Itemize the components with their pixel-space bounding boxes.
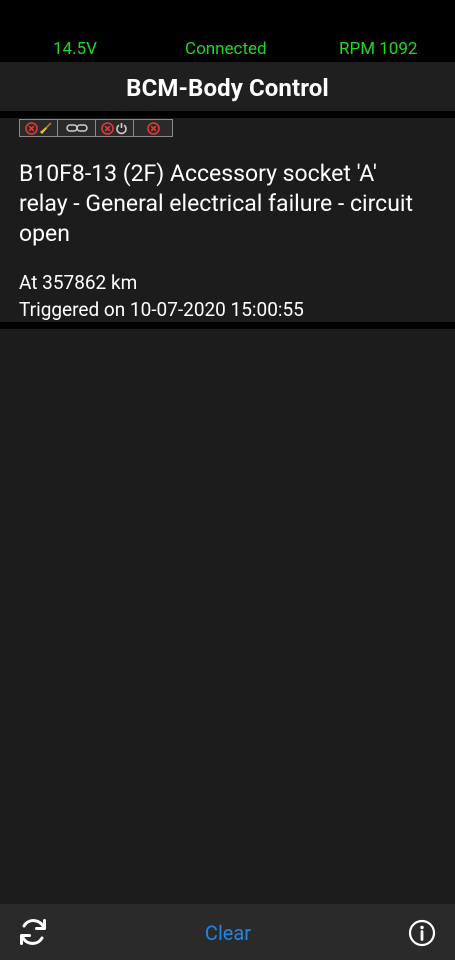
page-title: BCM-Body Control [126, 73, 329, 102]
engine-rpm: RPM 1092 [339, 39, 418, 59]
info-icon [408, 919, 436, 947]
flag-cell [96, 120, 134, 136]
screen: 14.5V Connected RPM 1092 BCM-Body Contro… [0, 0, 455, 960]
refresh-icon [20, 919, 46, 945]
error-x-icon [25, 121, 38, 135]
flag-cell [58, 120, 96, 136]
connection-status: Connected [185, 39, 267, 59]
clear-button[interactable]: Clear [187, 918, 269, 948]
chain-link-icon [65, 124, 88, 132]
dtc-description: B10F8-13 (2F) Accessory socket 'A' relay… [19, 160, 414, 247]
battery-voltage: 14.5V [53, 39, 97, 59]
info-button[interactable] [405, 916, 439, 950]
broom-icon [40, 121, 52, 134]
dtc-odometer: At 357862 km [19, 271, 138, 294]
error-x-icon [146, 121, 160, 135]
dtc-triggered-time: Triggered on 10-07-2020 15:00:55 [19, 298, 304, 321]
flag-cell [134, 120, 172, 136]
dtc-status-flags [19, 119, 173, 137]
error-x-icon [101, 121, 114, 135]
power-icon [116, 122, 127, 134]
connection-status-bar: 14.5V Connected RPM 1092 [0, 0, 455, 62]
divider [0, 322, 455, 329]
bottom-toolbar: Clear [0, 904, 455, 960]
divider [0, 111, 455, 118]
header: BCM-Body Control [0, 62, 455, 111]
refresh-button[interactable] [14, 913, 52, 951]
flag-cell [20, 120, 58, 136]
